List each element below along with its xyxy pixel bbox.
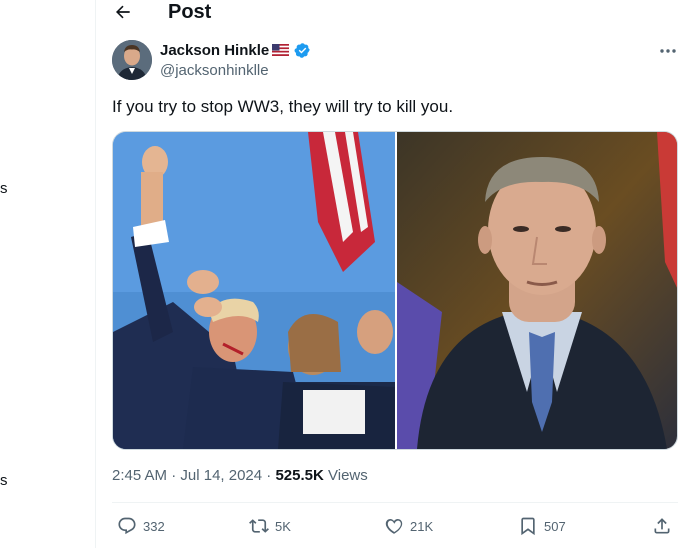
repost-icon [249, 519, 269, 533]
photo-right[interactable] [397, 132, 678, 449]
back-button[interactable] [110, 0, 136, 24]
reply-button[interactable]: 332 [117, 514, 165, 538]
bookmark-icon [521, 517, 535, 536]
share-icon [654, 518, 670, 534]
reply-icon [118, 517, 136, 535]
separator: · [171, 467, 181, 484]
action-bar: 332 5K 21K 507 [112, 514, 684, 538]
bookmark-button[interactable]: 507 [518, 514, 566, 538]
back-arrow-icon [116, 5, 130, 19]
avatar[interactable] [112, 40, 152, 80]
verified-badge-icon[interactable] [294, 42, 311, 59]
us-flag-icon [272, 44, 289, 56]
like-count: 21K [410, 518, 434, 534]
post-header: Post [96, 0, 688, 26]
like-button[interactable]: 21K [384, 514, 433, 538]
tweet-media[interactable] [112, 131, 678, 450]
repost-button[interactable]: 5K [249, 514, 291, 538]
bookmark-count: 507 [544, 518, 566, 534]
sidebar-label-fragment[interactable]: s [0, 180, 8, 197]
share-button[interactable] [652, 514, 672, 538]
views-count: 525.5K [275, 467, 324, 484]
more-dots-icon [660, 49, 676, 53]
heart-icon [385, 519, 403, 534]
tweet-text: If you try to stop WW3, they will try to… [112, 97, 454, 116]
views-label: Views [328, 467, 368, 484]
post-time[interactable]: 2:45 AM [112, 467, 167, 484]
page-title: Post [168, 1, 212, 23]
divider [112, 502, 678, 503]
post-date[interactable]: Jul 14, 2024 [180, 467, 262, 484]
author-handle[interactable]: @jacksonhinklle [160, 62, 269, 80]
reply-count: 332 [143, 518, 165, 534]
author-name[interactable]: Jackson Hinkle [160, 42, 269, 60]
left-sidebar: s s [0, 0, 96, 548]
more-button[interactable] [656, 42, 680, 60]
timestamp-views: 2:45 AM · Jul 14, 2024 · 525.5K Views [112, 466, 368, 486]
photo-left[interactable] [113, 132, 395, 449]
repost-count: 5K [275, 518, 291, 534]
sidebar-label-fragment[interactable]: s [0, 472, 8, 489]
